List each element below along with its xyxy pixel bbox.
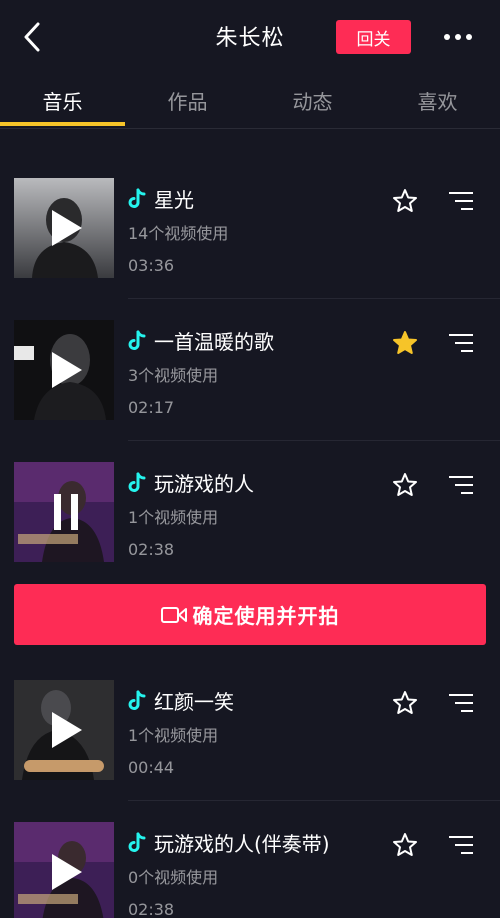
song-title: 红颜一笑 bbox=[154, 690, 234, 714]
usage-count: 1个视频使用 bbox=[128, 508, 219, 527]
tab-music[interactable]: 音乐 bbox=[0, 86, 125, 115]
divider bbox=[128, 440, 500, 441]
song-title: 玩游戏的人(伴奏带) bbox=[154, 832, 330, 856]
play-icon bbox=[52, 352, 82, 388]
song-cover[interactable] bbox=[14, 680, 114, 780]
more-dots-icon bbox=[444, 34, 450, 40]
music-note-icon bbox=[128, 188, 146, 208]
camera-icon bbox=[160, 606, 187, 623]
star-icon[interactable] bbox=[392, 690, 418, 716]
tab-works[interactable]: 作品 bbox=[125, 86, 250, 115]
song-row[interactable]: 星光 14个视频使用 03:36 bbox=[0, 178, 500, 278]
divider bbox=[128, 298, 500, 299]
tab-activity[interactable]: 动态 bbox=[250, 86, 375, 115]
more-button[interactable] bbox=[444, 30, 478, 44]
star-icon[interactable] bbox=[392, 188, 418, 214]
follow-back-button[interactable]: 回关 bbox=[336, 20, 411, 54]
usage-count: 14个视频使用 bbox=[128, 224, 229, 243]
song-row[interactable]: 红颜一笑 1个视频使用 00:44 bbox=[0, 680, 500, 780]
star-icon[interactable] bbox=[392, 832, 418, 858]
list-menu-icon[interactable] bbox=[448, 693, 474, 713]
header: 朱长松 回关 bbox=[0, 0, 500, 74]
play-icon bbox=[52, 712, 82, 748]
play-icon bbox=[52, 854, 82, 890]
tab-indicator bbox=[0, 122, 125, 126]
list-menu-icon[interactable] bbox=[448, 333, 474, 353]
song-cover[interactable] bbox=[14, 320, 114, 420]
divider bbox=[128, 800, 500, 801]
usage-count: 3个视频使用 bbox=[128, 366, 219, 385]
play-icon bbox=[52, 210, 82, 246]
list-menu-icon[interactable] bbox=[448, 475, 474, 495]
song-row[interactable]: 一首温暖的歌 3个视频使用 02:17 bbox=[0, 320, 500, 420]
confirm-label: 确定使用并开拍 bbox=[192, 604, 340, 628]
star-icon[interactable] bbox=[392, 330, 418, 356]
song-duration: 02:38 bbox=[128, 540, 175, 559]
music-note-icon bbox=[128, 330, 146, 350]
page-title: 朱长松 bbox=[215, 26, 285, 51]
song-title: 星光 bbox=[154, 188, 194, 212]
song-title: 一首温暖的歌 bbox=[154, 330, 274, 354]
pause-icon bbox=[54, 494, 78, 530]
song-duration: 00:44 bbox=[128, 758, 175, 777]
song-duration: 02:38 bbox=[128, 900, 175, 918]
music-note-icon bbox=[128, 832, 146, 852]
song-duration: 03:36 bbox=[128, 256, 175, 275]
tab-bar: 音乐 作品 动态 喜欢 bbox=[0, 78, 500, 126]
song-row[interactable]: 玩游戏的人 1个视频使用 02:38 bbox=[0, 462, 500, 562]
song-row[interactable]: 玩游戏的人(伴奏带) 0个视频使用 02:38 bbox=[0, 822, 500, 918]
song-cover[interactable] bbox=[14, 462, 114, 562]
confirm-use-button[interactable]: 确定使用并开拍 bbox=[14, 584, 486, 645]
tab-likes[interactable]: 喜欢 bbox=[375, 86, 500, 115]
song-cover[interactable] bbox=[14, 822, 114, 918]
music-note-icon bbox=[128, 690, 146, 710]
star-icon[interactable] bbox=[392, 472, 418, 498]
song-title: 玩游戏的人 bbox=[154, 472, 254, 496]
song-duration: 02:17 bbox=[128, 398, 175, 417]
music-list-screen: 朱长松 回关 音乐 作品 动态 喜欢 星光 14个视频使用 03:36 一首温暖… bbox=[0, 0, 500, 918]
song-cover[interactable] bbox=[14, 178, 114, 278]
list-menu-icon[interactable] bbox=[448, 191, 474, 211]
divider bbox=[0, 128, 500, 129]
usage-count: 1个视频使用 bbox=[128, 726, 219, 745]
usage-count: 0个视频使用 bbox=[128, 868, 219, 887]
music-note-icon bbox=[128, 472, 146, 492]
list-menu-icon[interactable] bbox=[448, 835, 474, 855]
